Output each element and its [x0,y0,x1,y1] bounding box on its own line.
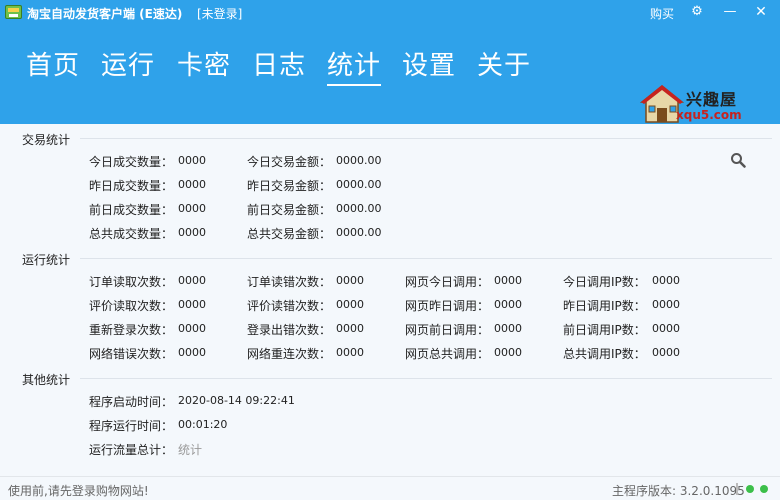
stat-label: 程序运行时间： [89,419,174,433]
stat-value: 0000 [652,274,680,287]
stat-label: 前日交易金额： [247,203,332,217]
stat-label: 订单读错次数： [247,275,332,289]
stat-value: 0000 [336,346,364,359]
close-button[interactable]: ✕ [750,2,772,22]
stat-value: 0000 [178,178,206,191]
start-time-value: 2020-08-14 09:22:41 [178,394,295,407]
stat-value: 0000 [178,298,206,311]
nav-tab-run[interactable]: 运行 [101,48,155,84]
stat-value: 0000 [178,322,206,335]
stat-label: 总共交易金额： [247,227,332,241]
buy-link[interactable]: 购买 [650,5,674,22]
status-indicator-icon [746,485,754,493]
traffic-stats-link[interactable]: 统计 [178,441,202,458]
section-divider [80,258,772,259]
stat-label: 总共调用IP数： [563,347,646,361]
stat-label: 登录出错次数： [247,323,332,337]
stat-label: 昨日交易金额： [247,179,332,193]
section-divider [80,138,772,139]
stat-label: 网页昨日调用： [405,299,490,313]
status-bar: 使用前,请先登录购物网站! 主程序版本: 3.2.0.1095 [0,476,780,500]
stat-value: 0000 [494,322,522,335]
section-divider [80,378,772,379]
stat-value: 0000 [336,274,364,287]
nav-tab-about[interactable]: 关于 [477,48,531,84]
nav-tab-home[interactable]: 首页 [26,48,80,84]
stat-label: 网络错误次数： [89,347,174,361]
stat-label: 昨日成交数量： [89,179,174,193]
section-title-other: 其他统计 [22,373,71,387]
section-title-trade: 交易统计 [22,133,71,147]
section-title-run: 运行统计 [22,253,71,267]
title-bar[interactable]: 淘宝自动发货客户端 (E速达) [未登录] 购买 ⚙ — ✕ [0,0,780,26]
stat-value: 0000 [494,274,522,287]
run-time-value: 00:01:20 [178,418,228,431]
stat-value: 0000 [494,346,522,359]
stat-label: 前日成交数量： [89,203,174,217]
stat-label: 网络重连次数： [247,347,332,361]
stat-value: 0000 [652,322,680,335]
minimize-button[interactable]: — [719,2,741,22]
stat-value: 0000 [336,322,364,335]
stat-value: 0000 [178,202,206,215]
stat-label: 今日调用IP数： [563,275,646,289]
stat-value: 0000.00 [336,154,382,167]
stat-label: 网页前日调用： [405,323,490,337]
nav-tab-log[interactable]: 日志 [252,48,306,84]
login-state: [未登录] [197,7,243,21]
app-title: 淘宝自动发货客户端 (E速达) [27,7,183,21]
stat-label: 评价读错次数： [247,299,332,313]
stat-label: 昨日调用IP数： [563,299,646,313]
nav-tab-stats[interactable]: 统计 [327,48,382,86]
stat-label: 今日成交数量： [89,155,174,169]
stat-label: 今日交易金额： [247,155,332,169]
logo-url: xqu5.com [676,108,742,122]
stat-value: 0000 [652,298,680,311]
stat-value: 0000.00 [336,226,382,239]
version-label: 主程序版本: 3.2.0.1095 [612,484,745,498]
header: 淘宝自动发货客户端 (E速达) [未登录] 购买 ⚙ — ✕ 首页 运行 卡密 … [0,0,780,124]
gear-icon[interactable]: ⚙ [686,2,708,22]
stat-value: 0000 [336,298,364,311]
stat-label: 运行流量总计： [89,443,174,457]
status-indicator-icon [760,485,768,493]
stat-value: 0000.00 [336,202,382,215]
logo-text: 兴趣屋 [686,90,738,109]
stat-label: 前日调用IP数： [563,323,646,337]
stat-value: 0000 [178,346,206,359]
stat-label: 总共成交数量： [89,227,174,241]
stat-value: 0000 [652,346,680,359]
stat-label: 网页今日调用： [405,275,490,289]
nav-tab-cards[interactable]: 卡密 [177,48,231,84]
stat-value: 0000 [178,226,206,239]
stat-label: 程序启动时间： [89,395,174,409]
status-message: 使用前,请先登录购物网站! [8,484,149,498]
search-icon[interactable] [730,152,746,168]
stat-value: 0000.00 [336,178,382,191]
logo[interactable]: 兴趣屋 xqu5.com [636,82,751,126]
stat-value: 0000 [494,298,522,311]
stat-label: 评价读取次数： [89,299,174,313]
stat-label: 重新登录次数： [89,323,174,337]
nav-tab-settings[interactable]: 设置 [402,48,456,84]
stat-label: 网页总共调用： [405,347,490,361]
app-icon [5,5,22,19]
stat-label: 订单读取次数： [89,275,174,289]
divider [736,483,738,495]
stat-value: 0000 [178,154,206,167]
stat-value: 0000 [178,274,206,287]
